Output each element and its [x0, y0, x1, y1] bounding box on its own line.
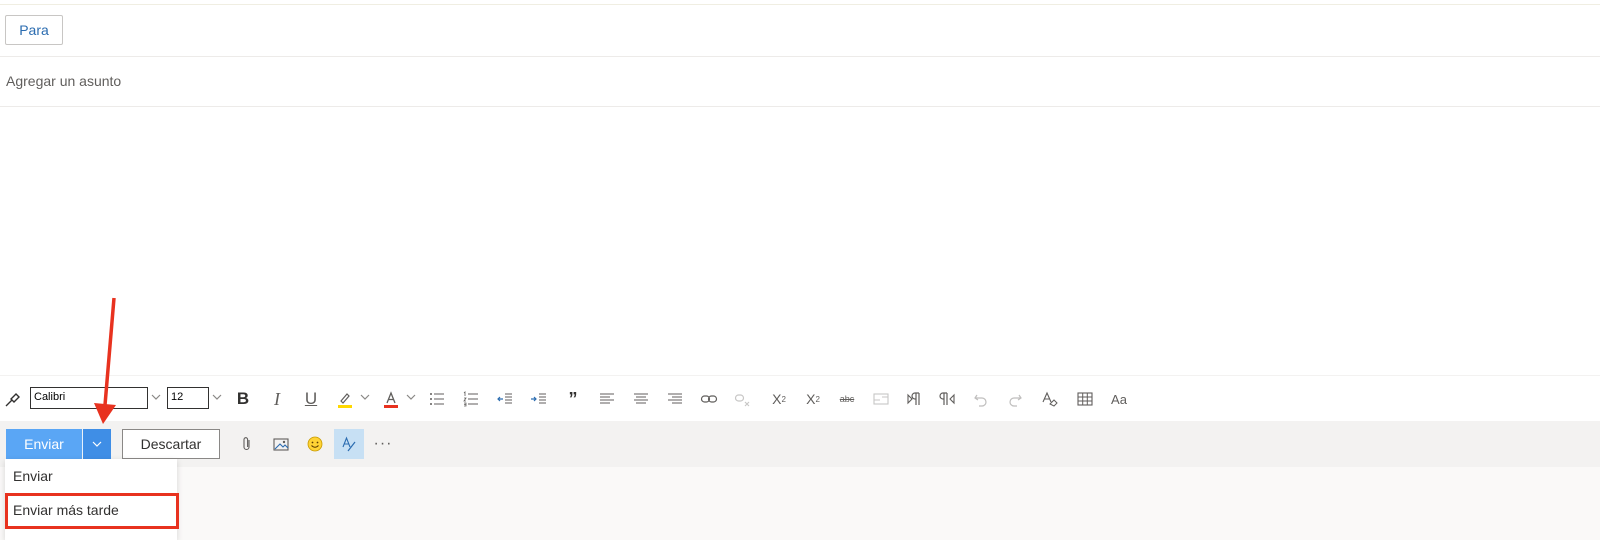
action-bar: Enviar Descartar ···: [0, 421, 1600, 467]
format-toolbar: Calibri 12 B I U ” X2 X 2 abc Aa: [0, 375, 1600, 422]
inline-image-icon: [868, 386, 894, 412]
reading-pane-background: [0, 467, 1600, 540]
send-options-menu: Enviar Enviar más tarde: [5, 459, 177, 540]
italic-icon[interactable]: I: [264, 386, 290, 412]
chevron-down-icon[interactable]: [211, 390, 223, 402]
subscript-icon[interactable]: X2: [800, 386, 826, 412]
emoji-icon[interactable]: [300, 429, 330, 459]
to-button[interactable]: Para: [5, 15, 63, 45]
align-right-icon[interactable]: [662, 386, 688, 412]
send-button[interactable]: Enviar: [6, 429, 82, 459]
discard-button[interactable]: Descartar: [122, 429, 220, 459]
send-options-dropdown[interactable]: [83, 429, 111, 459]
message-body[interactable]: [0, 107, 1600, 375]
font-styles-icon[interactable]: Aa: [1106, 386, 1132, 412]
superscript-icon[interactable]: X2: [766, 386, 792, 412]
subject-input[interactable]: [6, 70, 606, 92]
subject-row: [0, 56, 1600, 107]
clear-formatting-icon[interactable]: [1036, 386, 1062, 412]
font-color-icon[interactable]: [378, 386, 404, 412]
unlink-icon: [730, 386, 756, 412]
undo-icon: [968, 386, 994, 412]
quote-icon[interactable]: ”: [560, 386, 586, 412]
chevron-down-icon: [92, 441, 102, 447]
link-icon[interactable]: [696, 386, 722, 412]
chevron-down-icon[interactable]: [150, 390, 162, 402]
more-options-icon[interactable]: ···: [368, 429, 398, 459]
bullet-list-icon[interactable]: [424, 386, 450, 412]
strikethrough-icon[interactable]: abc: [834, 386, 860, 412]
redo-icon: [1002, 386, 1028, 412]
font-size-select[interactable]: 12: [167, 387, 209, 409]
right-to-left-icon[interactable]: [934, 386, 960, 412]
numbered-list-icon[interactable]: [458, 386, 484, 412]
decrease-indent-icon[interactable]: [492, 386, 518, 412]
underline-icon[interactable]: U: [298, 386, 324, 412]
align-center-icon[interactable]: [628, 386, 654, 412]
left-to-right-icon[interactable]: [900, 386, 926, 412]
font-name-select[interactable]: Calibri: [30, 387, 148, 409]
send-button-group: Enviar: [6, 429, 111, 459]
picture-icon[interactable]: [266, 429, 296, 459]
table-icon[interactable]: [1072, 386, 1098, 412]
editor-icon[interactable]: [334, 429, 364, 459]
increase-indent-icon[interactable]: [526, 386, 552, 412]
menu-item-send-later[interactable]: Enviar más tarde: [5, 493, 177, 527]
chevron-down-icon[interactable]: [405, 390, 417, 402]
bold-icon[interactable]: B: [230, 386, 256, 412]
chevron-down-icon[interactable]: [359, 390, 371, 402]
to-row: Para: [0, 5, 1600, 57]
menu-item-send[interactable]: Enviar: [5, 459, 177, 493]
align-left-icon[interactable]: [594, 386, 620, 412]
paint-brush-icon[interactable]: [0, 386, 26, 412]
paperclip-icon[interactable]: [232, 429, 262, 459]
highlighter-icon[interactable]: [332, 386, 358, 412]
